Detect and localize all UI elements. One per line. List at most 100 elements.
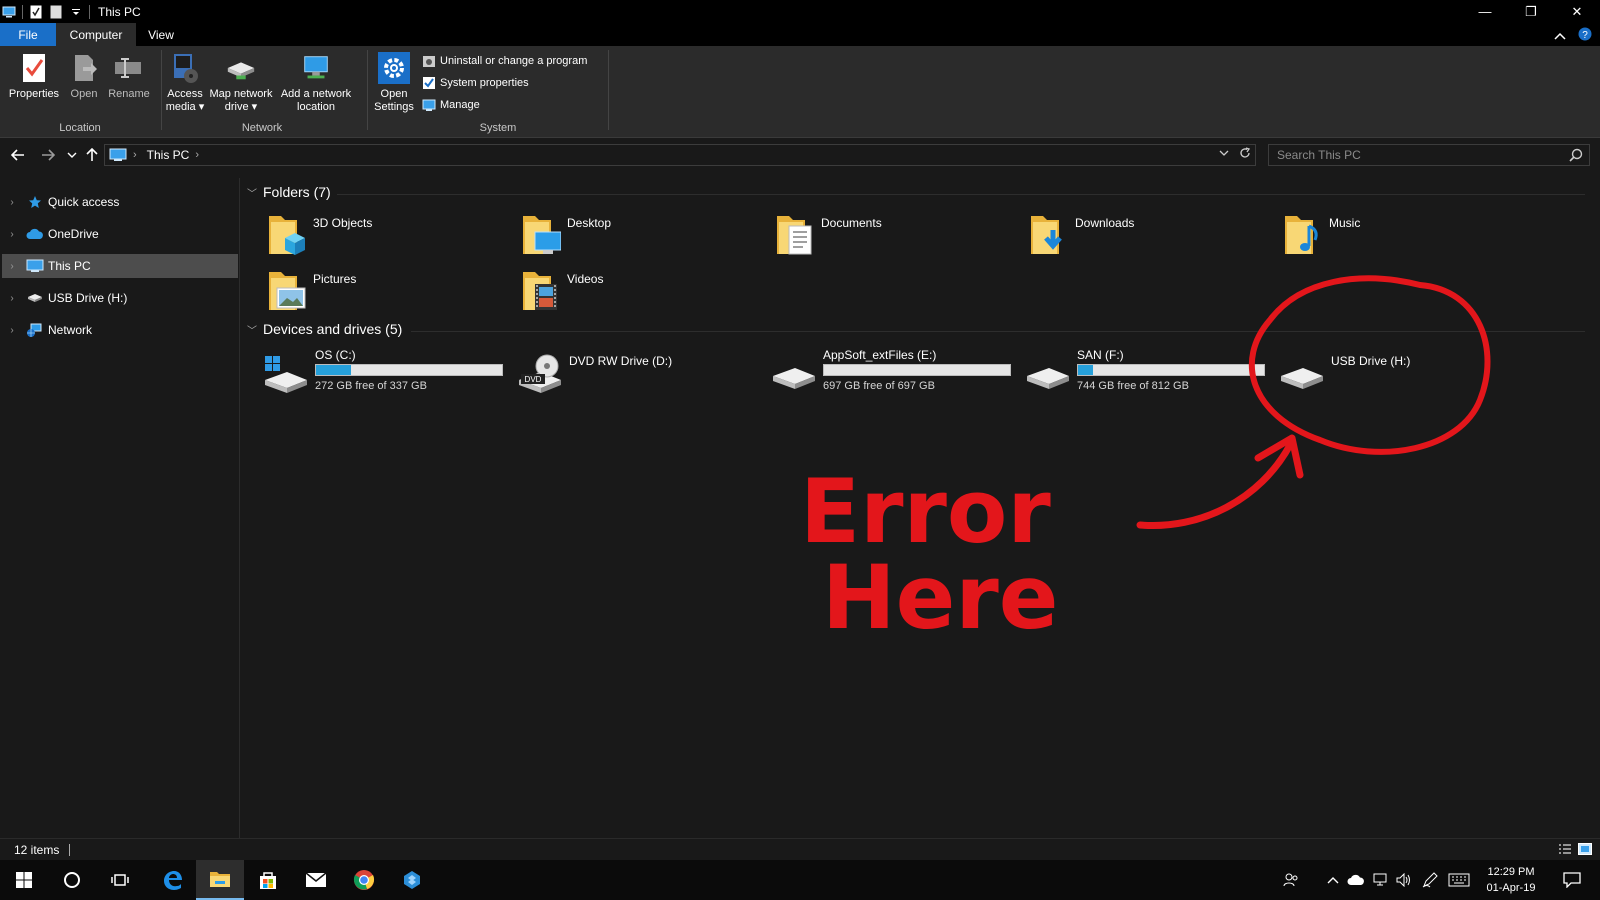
documents-folder-icon: [777, 216, 812, 255]
folders-section-header[interactable]: ﹀ Folders (7): [247, 184, 331, 200]
drive-usb-h[interactable]: USB Drive (H:): [1279, 348, 1529, 402]
folder-downloads[interactable]: Downloads: [1027, 212, 1267, 262]
new-folder-icon[interactable]: [49, 5, 63, 19]
tray-keyboard[interactable]: [1446, 860, 1472, 900]
taskbar-store[interactable]: [244, 860, 292, 900]
drive-dvd-d[interactable]: DVD DVD RW Drive (D:): [517, 348, 767, 402]
rename-button[interactable]: Rename: [104, 52, 154, 101]
customize-toolbar-icon[interactable]: [69, 5, 83, 19]
nav-item-quick-access[interactable]: › Quick access: [2, 190, 238, 214]
drive-os-c[interactable]: OS (C:) 272 GB free of 337 GB: [263, 348, 513, 402]
help-icon[interactable]: ?: [1578, 27, 1592, 44]
refresh-icon[interactable]: [1239, 147, 1251, 159]
nav-item-usb-drive[interactable]: › USB Drive (H:): [2, 286, 238, 310]
nav-item-network[interactable]: › Network: [2, 318, 238, 342]
task-view-button[interactable]: [96, 860, 144, 900]
expand-chevron-icon[interactable]: ›: [4, 229, 20, 240]
nav-item-onedrive[interactable]: › OneDrive: [2, 222, 238, 246]
map-network-drive-button[interactable]: Map network drive ▾: [206, 52, 276, 114]
start-button[interactable]: [0, 860, 48, 900]
system-properties-button[interactable]: System properties: [422, 76, 529, 90]
add-network-location-button[interactable]: Add a network location: [276, 52, 356, 114]
expand-chevron-icon[interactable]: ›: [4, 197, 20, 208]
taskbar: 12:29 PM 01-Apr-19: [0, 860, 1600, 900]
folder-videos[interactable]: Videos: [519, 268, 759, 318]
large-icons-view-icon[interactable]: [1578, 843, 1592, 855]
taskbar-edge[interactable]: [148, 860, 196, 900]
folder-name: Desktop: [567, 216, 612, 230]
tab-view[interactable]: View: [136, 23, 186, 46]
usb-drive-icon: [26, 290, 44, 306]
properties-check-icon[interactable]: [29, 5, 43, 19]
search-box[interactable]: [1268, 144, 1590, 166]
this-pc-icon[interactable]: [2, 5, 16, 19]
taskbar-mail[interactable]: [292, 860, 340, 900]
expand-chevron-icon[interactable]: ›: [4, 325, 20, 336]
expand-chevron-icon[interactable]: ›: [4, 261, 20, 272]
folder-3d-objects[interactable]: 3D Objects: [265, 212, 505, 262]
tray-volume[interactable]: [1394, 860, 1414, 900]
map-network-drive-label-2: drive ▾: [224, 101, 258, 113]
breadcrumb-separator[interactable]: ›: [195, 149, 199, 161]
address-bar[interactable]: › This PC ›: [104, 144, 1256, 166]
address-row: › This PC ›: [0, 140, 1600, 170]
uninstall-icon: [423, 56, 435, 67]
tab-computer[interactable]: Computer: [56, 23, 136, 46]
system-clock[interactable]: 12:29 PM 01-Apr-19: [1480, 864, 1542, 896]
folder-pictures[interactable]: Pictures: [265, 268, 505, 318]
access-media-button[interactable]: Access media ▾: [164, 52, 206, 114]
quick-access-toolbar: [0, 4, 90, 19]
minimize-button[interactable]: —: [1462, 0, 1508, 23]
windows-drive-icon: [265, 356, 307, 393]
tray-people[interactable]: [1280, 860, 1302, 900]
title-bar: This PC — ❐ ✕: [0, 0, 1600, 23]
drives-section-header[interactable]: ﹀ Devices and drives (5): [247, 321, 402, 337]
drive-san-f[interactable]: SAN (F:) 744 GB free of 812 GB: [1025, 348, 1275, 402]
recent-locations-button[interactable]: [62, 145, 82, 165]
open-button[interactable]: Open: [66, 52, 102, 101]
tray-network[interactable]: [1370, 860, 1390, 900]
collapse-chevron-icon[interactable]: ﹀: [247, 185, 257, 200]
taskbar-chrome[interactable]: [340, 860, 388, 900]
tray-onedrive[interactable]: [1346, 860, 1366, 900]
collapse-chevron-icon[interactable]: ﹀: [247, 322, 257, 337]
tray-show-hidden[interactable]: [1324, 860, 1342, 900]
chrome-browser-icon: [353, 870, 375, 890]
window-title: This PC: [98, 4, 141, 19]
taskbar-file-explorer[interactable]: [196, 860, 244, 900]
manage-label: Manage: [440, 99, 480, 111]
close-button[interactable]: ✕: [1554, 0, 1600, 23]
details-view-icon[interactable]: [1558, 843, 1572, 855]
search-icon[interactable]: [1569, 148, 1583, 162]
taskbar-app[interactable]: [388, 860, 436, 900]
action-center-button[interactable]: [1552, 860, 1592, 900]
tab-file[interactable]: File: [0, 23, 56, 46]
forward-arrow-icon: [42, 149, 55, 161]
manage-button[interactable]: Manage: [422, 98, 480, 112]
svg-text:?: ?: [1582, 30, 1588, 41]
drive-appsoft-e[interactable]: AppSoft_extFiles (E:) 697 GB free of 697…: [771, 348, 1021, 402]
tray-pen[interactable]: [1420, 860, 1440, 900]
computer-icon: [26, 258, 44, 274]
address-history-chevron-icon[interactable]: [1219, 147, 1229, 159]
uninstall-program-button[interactable]: Uninstall or change a program: [422, 54, 587, 68]
up-button[interactable]: [82, 145, 102, 165]
back-button[interactable]: [8, 145, 28, 165]
expand-chevron-icon[interactable]: ›: [4, 293, 20, 304]
search-input[interactable]: [1269, 148, 1559, 162]
mail-envelope-icon: [305, 872, 327, 887]
breadcrumb-this-pc[interactable]: This PC: [147, 148, 190, 162]
open-settings-label-1: Open: [380, 88, 408, 100]
forward-button[interactable]: [38, 145, 58, 165]
cortana-button[interactable]: [48, 860, 96, 900]
folder-documents[interactable]: Documents: [773, 212, 1013, 262]
nav-item-this-pc[interactable]: › This PC: [2, 254, 238, 278]
breadcrumb-separator[interactable]: ›: [133, 149, 137, 161]
collapse-ribbon-icon[interactable]: [1554, 29, 1566, 43]
properties-button[interactable]: Properties: [6, 52, 62, 101]
folder-desktop[interactable]: Desktop: [519, 212, 759, 262]
folder-music[interactable]: Music: [1281, 212, 1521, 262]
restore-button[interactable]: ❐: [1508, 0, 1554, 23]
open-settings-button[interactable]: Open Settings: [372, 52, 416, 114]
folder-name: Music: [1329, 216, 1361, 230]
